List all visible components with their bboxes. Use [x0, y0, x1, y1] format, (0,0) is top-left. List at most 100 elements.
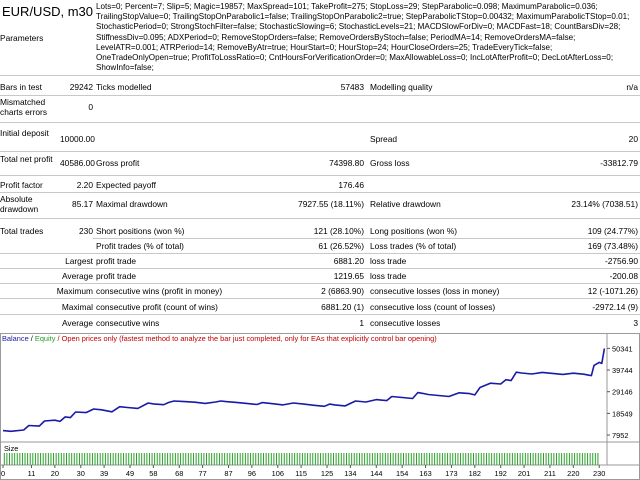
x-tick-label: 49	[126, 469, 134, 478]
gross-profit-value: 74398.80	[329, 158, 364, 168]
report-table: Bars in test 29242 Ticks modelled 57483 …	[0, 0, 640, 330]
divider	[0, 75, 640, 76]
x-tick-label: 220	[567, 469, 579, 478]
gross-profit-label: Gross profit	[96, 158, 140, 168]
x-tick-label: 115	[295, 469, 307, 478]
average-cons-label: Average	[61, 318, 93, 328]
modelling-quality-label: Modelling quality	[370, 82, 433, 92]
y-tick-label: 7952	[612, 431, 628, 440]
largest-loss-value: -2756.90	[604, 256, 638, 266]
avg-cons-losses-value: 3	[633, 318, 638, 328]
legend-balance: Balance	[2, 334, 29, 343]
relative-drawdown-value: 23.14% (7038.51)	[571, 199, 638, 209]
x-tick-label: 192	[495, 469, 507, 478]
bars-in-test-label: Bars in test	[0, 82, 42, 92]
x-tick-label: 173	[445, 469, 457, 478]
mismatched-label: Mismatched charts errors	[0, 97, 48, 117]
maximal-drawdown-value: 7927.55 (18.11%)	[298, 199, 364, 209]
short-positions-label: Short positions (won %)	[96, 226, 185, 236]
x-tick-label: 87	[224, 469, 232, 478]
x-tick-label: 182	[469, 469, 481, 478]
y-tick-label: 18549	[612, 409, 633, 418]
divider	[0, 283, 640, 284]
legend-note: / Open prices only (fastest method to an…	[55, 334, 437, 343]
average-label: Average	[61, 271, 93, 281]
average-loss-value: -200.08	[609, 271, 638, 281]
x-tick-label: 58	[149, 469, 157, 478]
chart-legend: Balance / Equity / Open prices only (fas…	[2, 334, 437, 343]
x-tick-label: 134	[344, 469, 356, 478]
divider	[0, 175, 640, 176]
largest-profit-label: profit trade	[96, 256, 137, 266]
largest-loss-label: loss trade	[370, 256, 407, 266]
initial-deposit-label: Initial deposit	[0, 128, 49, 138]
divider	[93, 238, 640, 239]
absolute-drawdown-label: Absolute drawdown	[0, 194, 39, 214]
largest-label: Largest	[65, 256, 93, 266]
maximal-cons-profit-value: 6881.20 (1)	[321, 302, 364, 312]
absolute-drawdown-value: 85.17	[72, 199, 93, 209]
expected-payoff-label: Expected payoff	[96, 180, 156, 190]
maximal-label: Maximal	[61, 302, 93, 312]
loss-trades-label: Loss trades (% of total)	[370, 241, 457, 251]
spread-value: 20	[628, 134, 638, 144]
x-tick-label: 106	[272, 469, 284, 478]
initial-deposit-value: 10000.00	[60, 134, 95, 144]
x-tick-label: 125	[321, 469, 333, 478]
max-cons-losses-value: 12 (-1071.26)	[587, 286, 638, 296]
spread-label: Spread	[370, 134, 398, 144]
maximal-cons-profit-label: consecutive profit (count of wins)	[96, 302, 218, 312]
maximal-drawdown-label: Maximal drawdown	[96, 199, 168, 209]
average-loss-label: loss trade	[370, 271, 407, 281]
long-positions-value: 109 (24.77%)	[587, 226, 638, 236]
profit-factor-value: 2.20	[76, 180, 93, 190]
y-tick-label: 39744	[612, 366, 633, 375]
maximal-cons-loss-value: -2972.14 (9)	[592, 302, 638, 312]
max-cons-losses-label: consecutive losses (loss in money)	[370, 286, 500, 296]
x-tick-label: 230	[593, 469, 605, 478]
average-profit-label: profit trade	[96, 271, 137, 281]
avg-cons-wins-label: consecutive wins	[96, 318, 160, 328]
legend-equity: Equity	[34, 334, 56, 343]
maximal-cons-loss-label: consecutive loss (count of losses)	[370, 302, 496, 312]
total-net-profit-label: Total net profit	[0, 154, 53, 164]
mismatched-value: 0	[88, 102, 93, 112]
expected-payoff-value: 176.46	[338, 180, 364, 190]
x-tick-label: 96	[248, 469, 256, 478]
x-tick-label: 68	[175, 469, 183, 478]
divider	[0, 253, 640, 254]
chart-canvas: 7952 18549 29146 39744 50341 0 11 20 30 39 49 58 68 7…	[1, 334, 639, 478]
average-profit-value: 1219.65	[333, 271, 364, 281]
x-tick-label: 0	[1, 469, 5, 478]
divider	[0, 95, 640, 96]
x-tick-label: 39	[100, 469, 108, 478]
gross-loss-label: Gross loss	[370, 158, 410, 168]
bars-in-test-value: 29242	[69, 82, 93, 92]
total-trades-value: 230	[79, 226, 93, 236]
ticks-modelled-value: 57483	[340, 82, 364, 92]
divider	[0, 298, 640, 299]
x-tick-label: 154	[396, 469, 408, 478]
x-tick-label: 77	[198, 469, 206, 478]
y-tick-label: 50341	[612, 344, 633, 353]
short-positions-value: 121 (28.10%)	[313, 226, 364, 236]
size-label: Size	[4, 444, 18, 453]
x-tick-label: 11	[28, 469, 36, 478]
profit-trades-label: Profit trades (% of total)	[96, 241, 184, 251]
maximum-label: Maximum	[56, 286, 93, 296]
divider	[0, 314, 640, 315]
x-tick-label: 211	[544, 469, 556, 478]
max-cons-wins-value: 2 (6863.90)	[321, 286, 364, 296]
total-trades-label: Total trades	[0, 226, 44, 236]
x-tick-label: 20	[51, 469, 59, 478]
loss-trades-value: 169 (73.48%)	[587, 241, 638, 251]
avg-cons-wins-value: 1	[359, 318, 364, 328]
profit-trades-value: 61 (26.52%)	[318, 241, 364, 251]
largest-profit-value: 6881.20	[333, 256, 364, 266]
divider	[0, 151, 640, 152]
profit-factor-label: Profit factor	[0, 180, 43, 190]
relative-drawdown-label: Relative drawdown	[370, 199, 441, 209]
ticks-modelled-label: Ticks modelled	[96, 82, 152, 92]
gross-loss-value: -33812.79	[600, 158, 638, 168]
y-tick-label: 29146	[612, 388, 633, 397]
